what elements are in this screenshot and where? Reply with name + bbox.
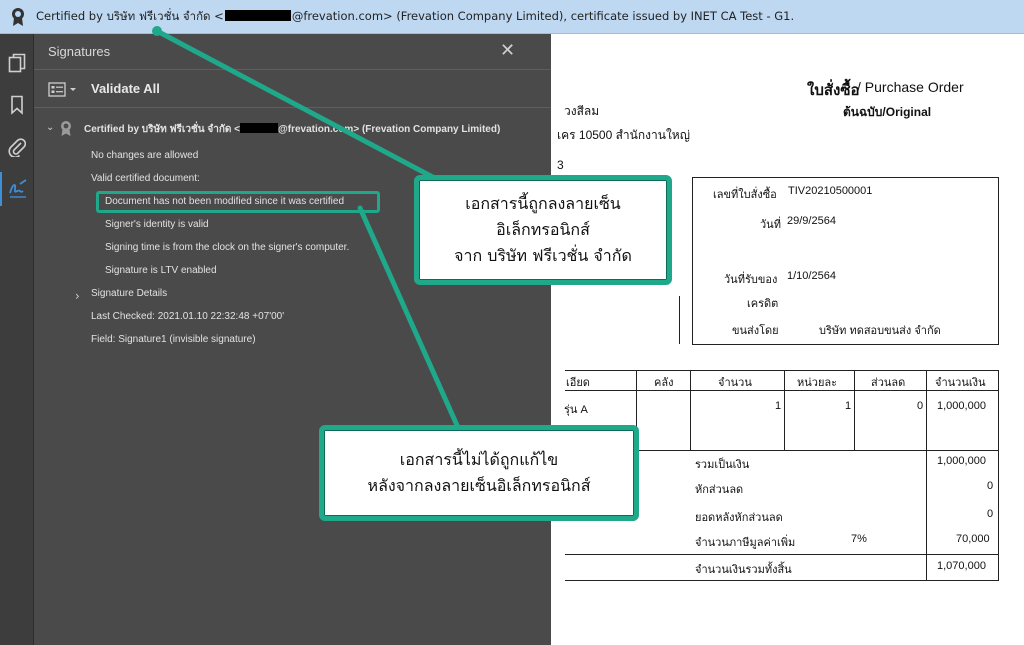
- options-list-icon: [48, 82, 76, 97]
- status-ltv-enabled: Signature is LTV enabled: [105, 265, 217, 276]
- table-border: [926, 370, 927, 450]
- expand-chevron-icon[interactable]: ›: [75, 289, 80, 303]
- po-number-value: TIV20210500001: [788, 185, 873, 197]
- callout-line: เอกสารนี้ถูกลงลายเซ็น: [465, 194, 621, 213]
- signature-details-item[interactable]: Signature Details: [91, 288, 167, 299]
- redacted-email: [240, 123, 278, 133]
- certification-banner: Certified by บริษัท ฟรีเวชั่น จำกัด < @fr…: [0, 0, 1024, 34]
- po-number-label: เลขที่ใบสั่งซื้อ: [713, 189, 777, 201]
- info-box-border: [692, 177, 999, 178]
- banner-text: Certified by บริษัท ฟรีเวชั่น จำกัด < @fr…: [36, 8, 795, 23]
- info-box-border: [692, 177, 693, 345]
- certified-ribbon-icon: [0, 7, 36, 27]
- col-header: หน่วยละ: [797, 377, 838, 389]
- status-signing-time: Signing time is from the clock on the si…: [105, 242, 350, 253]
- doc-title-english: / Purchase Order: [857, 79, 964, 95]
- table-border: [784, 370, 785, 450]
- grand-total-value: 1,070,000: [937, 560, 986, 572]
- vat-rate: 7%: [851, 533, 867, 545]
- bookmark-icon[interactable]: [0, 88, 34, 122]
- certified-signature-icon: [60, 120, 72, 141]
- table-border: [565, 580, 999, 581]
- row-cell: 1: [775, 400, 782, 412]
- status-identity-valid: Signer's identity is valid: [105, 219, 209, 230]
- signature-entry[interactable]: Certified by บริษัท ฟรีเวชั่น จำกัด < @fr…: [84, 122, 500, 137]
- signature-icon[interactable]: [0, 172, 34, 206]
- document-page: ใบสั่งซื้อ / Purchase Order ต้นฉบับ/Orig…: [551, 34, 1024, 645]
- callout-line: หลังจากลงลายเซ็นอิเล็กทรอนิกส์: [367, 476, 591, 495]
- after-discount-label: ยอดหลังหักส่วนลด: [695, 512, 783, 524]
- signatures-panel: Signatures ✕ Validate All ⌄ Certified by…: [34, 34, 551, 645]
- doc-address-line-2: เคร 10500 สำนักงานใหญ่: [557, 128, 690, 142]
- table-border: [565, 370, 999, 371]
- status-valid-certified: Valid certified document:: [91, 173, 200, 184]
- field-item: Field: Signature1 (invisible signature): [91, 334, 256, 345]
- panel-toolbar: Validate All: [34, 70, 551, 108]
- callout-line: อิเล็กทรอนิกส์: [496, 220, 590, 239]
- table-border: [565, 390, 999, 391]
- discount-value: 0: [987, 480, 994, 492]
- last-checked-item: Last Checked: 2021.01.10 22:32:48 +07'00…: [91, 311, 285, 322]
- doc-original-label: ต้นฉบับ/Original: [843, 105, 932, 119]
- doc-address-line-1: วงสีลม: [564, 104, 600, 118]
- highlight-box: [96, 191, 380, 213]
- discount-label: หักส่วนลด: [695, 484, 744, 496]
- ship-label: ขนส่งโดย: [732, 325, 779, 337]
- grand-total-label: จำนวนเงินรวมทั้งสิ้น: [695, 564, 792, 576]
- table-border: [690, 370, 691, 450]
- panel-header: Signatures ✕: [34, 34, 551, 70]
- col-header: ส่วนลด: [871, 377, 906, 389]
- signed-callout: เอกสารนี้ถูกลงลายเซ็น อิเล็กทรอนิกส์ จาก…: [414, 175, 672, 285]
- after-discount-value: 0: [987, 508, 994, 520]
- table-border: [926, 450, 927, 580]
- vat-value: 70,000: [956, 533, 990, 545]
- col-header: จำนวนเงิน: [935, 377, 986, 389]
- receive-date-label: วันที่รับของ: [724, 274, 778, 286]
- navigation-rail: [0, 34, 34, 645]
- row-cell: รุ่น A: [564, 404, 588, 416]
- doc-title-thai: ใบสั่งซื้อ: [807, 82, 860, 99]
- validate-all-button[interactable]: Validate All: [91, 81, 160, 96]
- receive-date-value: 1/10/2564: [787, 270, 836, 282]
- doc-address-line-3: 3: [557, 158, 564, 172]
- vat-label: จำนวนภาษีมูลค่าเพิ่ม: [695, 537, 796, 549]
- info-box-border: [692, 344, 999, 345]
- col-header: จำนวน: [718, 377, 752, 389]
- callout-line: เอกสารนี้ไม่ได้ถูกแก้ไข: [399, 450, 559, 469]
- col-header: เอียด: [566, 377, 590, 389]
- not-modified-callout: เอกสารนี้ไม่ได้ถูกแก้ไข หลังจากลงลายเซ็น…: [319, 425, 639, 521]
- total-value: 1,000,000: [937, 455, 986, 467]
- info-box-border: [998, 177, 999, 345]
- date-value: 29/9/2564: [787, 215, 836, 227]
- total-label: รวมเป็นเงิน: [695, 459, 750, 471]
- table-border: [565, 554, 999, 555]
- table-border: [854, 370, 855, 450]
- status-no-changes: No changes are allowed: [91, 150, 199, 161]
- left-box-border: [679, 296, 680, 344]
- redacted-email: [224, 9, 291, 21]
- col-header: คลัง: [654, 377, 674, 389]
- credit-label: เครดิต: [747, 298, 779, 310]
- callout-line: จาก บริษัท ฟรีเวชั่น จำกัด: [454, 246, 632, 265]
- row-cell: 1: [845, 400, 852, 412]
- attachment-icon[interactable]: [0, 130, 34, 164]
- options-menu-button[interactable]: [48, 80, 82, 100]
- row-cell: 0: [917, 400, 924, 412]
- row-cell: 1,000,000: [937, 400, 986, 412]
- pages-icon[interactable]: [0, 46, 34, 80]
- date-label: วันที่: [760, 219, 781, 231]
- panel-title: Signatures: [48, 44, 111, 59]
- ship-value: บริษัท ทดสอบขนส่ง จำกัด: [819, 325, 941, 337]
- collapse-chevron-icon[interactable]: ⌄: [46, 122, 54, 133]
- table-border: [998, 370, 999, 580]
- close-icon[interactable]: ✕: [500, 40, 515, 61]
